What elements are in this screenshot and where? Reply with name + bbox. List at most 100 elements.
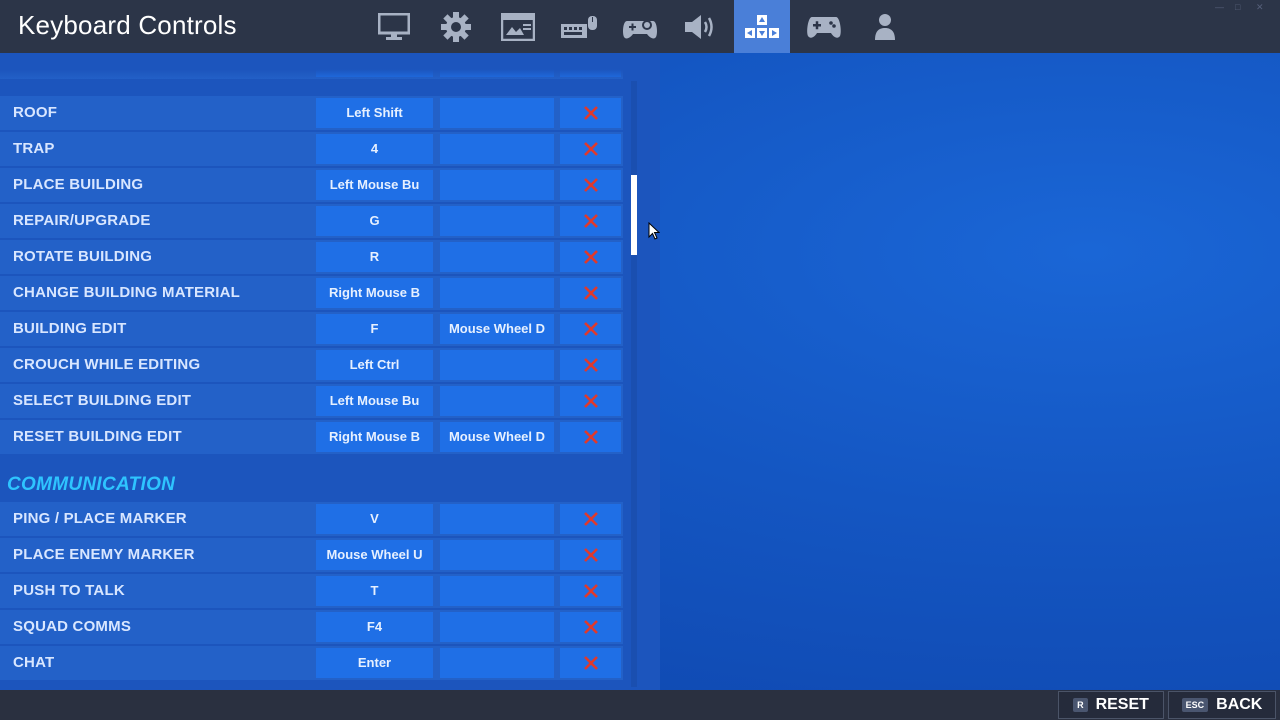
close-icon	[583, 358, 598, 372]
secondary-key-button[interactable]	[440, 134, 554, 164]
secondary-key-button[interactable]	[440, 576, 554, 606]
primary-key-button[interactable]: F	[316, 314, 433, 344]
close-icon	[583, 548, 598, 562]
clear-binding-button[interactable]	[560, 504, 621, 534]
table-row[interactable]: Building Edit F Mouse Wheel D	[0, 312, 623, 346]
clear-binding-button[interactable]	[560, 278, 621, 308]
gear-icon	[441, 11, 471, 42]
secondary-key-button[interactable]: Mouse Wheel D	[440, 422, 554, 452]
close-icon	[583, 286, 598, 300]
secondary-key-button[interactable]: Mouse Wheel D	[440, 314, 554, 344]
primary-key-button[interactable]: Right Mouse B	[316, 422, 433, 452]
action-label: Rotate Building	[13, 248, 153, 265]
minimize-icon[interactable]: —	[1215, 2, 1224, 12]
close-icon	[583, 620, 598, 634]
tab-keyboard-controls[interactable]	[734, 0, 790, 53]
top-bar: Keyboard Controls — □ ✕	[0, 0, 1280, 53]
scrollbar-track[interactable]	[631, 81, 637, 687]
close-window-icon[interactable]: ✕	[1256, 2, 1264, 13]
tab-gamepad[interactable]	[796, 0, 852, 53]
tab-audio[interactable]	[673, 0, 729, 53]
clear-binding-button[interactable]	[560, 540, 621, 570]
clear-binding-button[interactable]	[560, 350, 621, 380]
secondary-key-button[interactable]	[440, 612, 554, 642]
table-row[interactable]: Ping / Place Marker V	[0, 502, 623, 536]
action-label: Chat	[13, 654, 55, 671]
secondary-key-button[interactable]	[440, 242, 554, 272]
secondary-key-button[interactable]	[440, 98, 554, 128]
tab-account[interactable]	[857, 0, 913, 53]
clear-binding-button[interactable]	[560, 648, 621, 678]
close-icon	[583, 394, 598, 408]
clear-binding-button[interactable]	[560, 206, 621, 236]
clear-binding-button[interactable]	[560, 134, 621, 164]
newspaper-icon	[501, 12, 535, 41]
primary-key-button[interactable]: 4	[316, 134, 433, 164]
tab-input[interactable]	[551, 0, 607, 53]
table-row[interactable]: Select Building Edit Left Mouse Bu	[0, 384, 623, 418]
back-button[interactable]: ESC BACK	[1168, 691, 1276, 719]
primary-key-button[interactable]: G	[316, 206, 433, 236]
primary-key-button[interactable]: Left Ctrl	[316, 350, 433, 380]
maximize-icon[interactable]: □	[1235, 2, 1240, 12]
scrollbar-thumb[interactable]	[631, 175, 637, 255]
tab-controller[interactable]	[612, 0, 668, 53]
table-row[interactable]: Push to Talk T	[0, 574, 623, 608]
table-row[interactable]: Place Enemy Marker Mouse Wheel U	[0, 538, 623, 572]
action-label: Building Edit	[13, 320, 127, 337]
action-label: Reset Building Edit	[13, 428, 182, 445]
close-icon	[583, 178, 598, 192]
primary-key-button[interactable]: V	[316, 504, 433, 534]
primary-key-button[interactable]: Enter	[316, 648, 433, 678]
secondary-key-button[interactable]	[440, 170, 554, 200]
primary-key-button[interactable]: Left Shift	[316, 98, 433, 128]
back-key-hint: ESC	[1181, 698, 1209, 712]
clear-binding-button[interactable]	[560, 612, 621, 642]
primary-key-button[interactable]: Left Mouse Bu	[316, 386, 433, 416]
monitor-icon	[378, 12, 410, 40]
primary-key-button[interactable]: Right Mouse B	[316, 278, 433, 308]
table-row[interactable]: Place Building Left Mouse Bu	[0, 168, 623, 202]
table-row[interactable]: Change Building Material Right Mouse B	[0, 276, 623, 310]
tab-video[interactable]	[366, 0, 422, 53]
secondary-key-button[interactable]	[440, 648, 554, 678]
reset-button[interactable]: R RESET	[1058, 691, 1164, 719]
primary-key-button[interactable]: T	[316, 576, 433, 606]
clear-binding-button[interactable]	[560, 576, 621, 606]
table-row[interactable]: Chat Enter	[0, 646, 623, 680]
table-row[interactable]: Crouch While Editing Left Ctrl	[0, 348, 623, 382]
reset-key-hint: R	[1073, 698, 1088, 712]
table-row[interactable]: Repair/Upgrade G	[0, 204, 623, 238]
secondary-key-button[interactable]	[440, 350, 554, 380]
secondary-key-button[interactable]	[440, 278, 554, 308]
page-title: Keyboard Controls	[18, 10, 237, 40]
scroll-fade	[0, 53, 630, 80]
keyboard-mouse-icon	[561, 15, 597, 38]
close-icon	[583, 214, 598, 228]
mouse-cursor-icon	[648, 222, 660, 240]
primary-key-button[interactable]: Mouse Wheel U	[316, 540, 433, 570]
table-row[interactable]: Squad Comms F4	[0, 610, 623, 644]
secondary-key-button[interactable]	[440, 206, 554, 236]
table-row[interactable]: Reset Building Edit Right Mouse B Mouse …	[0, 420, 623, 454]
table-row[interactable]: Rotate Building R	[0, 240, 623, 274]
tab-game[interactable]	[428, 0, 484, 53]
table-row[interactable]: Roof Left Shift	[0, 96, 623, 130]
secondary-key-button[interactable]	[440, 540, 554, 570]
keybind-list[interactable]: Roof Left Shift Trap 4 Place Building Le…	[0, 53, 660, 690]
primary-key-button[interactable]: Left Mouse Bu	[316, 170, 433, 200]
primary-key-button[interactable]: F4	[316, 612, 433, 642]
speaker-icon	[685, 14, 713, 39]
secondary-key-button[interactable]	[440, 504, 554, 534]
clear-binding-button[interactable]	[560, 422, 621, 452]
clear-binding-button[interactable]	[560, 242, 621, 272]
tab-hud[interactable]	[490, 0, 546, 53]
table-row[interactable]: Trap 4	[0, 132, 623, 166]
clear-binding-button[interactable]	[560, 170, 621, 200]
secondary-key-button[interactable]	[440, 386, 554, 416]
section-heading-communication: COMMUNICATION	[7, 474, 176, 495]
primary-key-button[interactable]: R	[316, 242, 433, 272]
clear-binding-button[interactable]	[560, 98, 621, 128]
clear-binding-button[interactable]	[560, 314, 621, 344]
clear-binding-button[interactable]	[560, 386, 621, 416]
